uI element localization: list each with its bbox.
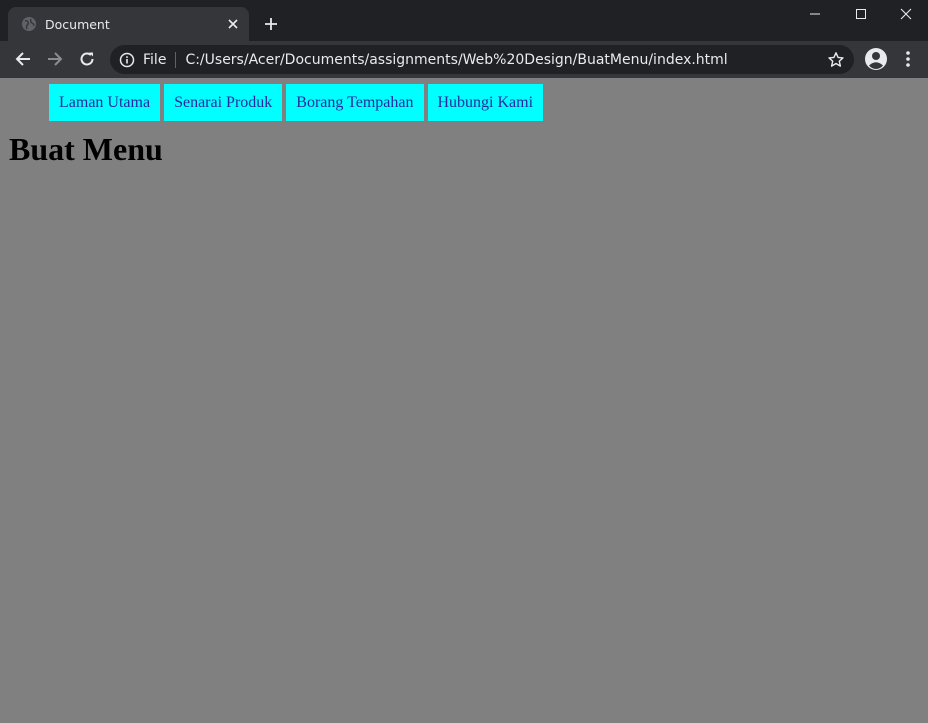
page-viewport: Laman Utama Senarai Produk Borang Tempah… xyxy=(0,78,928,723)
minimize-icon[interactable] xyxy=(792,0,838,28)
address-scheme: File xyxy=(143,51,167,68)
browser-titlebar: Document xyxy=(0,0,928,41)
maximize-icon[interactable] xyxy=(838,0,884,28)
menu-item-hubungi-kami[interactable]: Hubungi Kami xyxy=(427,84,544,121)
menu-item-borang-tempahan[interactable]: Borang Tempahan xyxy=(286,84,424,121)
address-url[interactable]: C:/Users/Acer/Documents/assignments/Web%… xyxy=(185,52,827,68)
address-separator xyxy=(175,51,177,68)
main-menu: Laman Utama Senarai Produk Borang Tempah… xyxy=(49,84,547,121)
back-arrow-icon[interactable] xyxy=(10,46,36,72)
profile-icon[interactable] xyxy=(864,47,888,71)
globe-icon xyxy=(21,16,37,32)
close-icon[interactable] xyxy=(223,14,243,34)
info-icon[interactable] xyxy=(119,52,135,68)
browser-toolbar: File C:/Users/Acer/Documents/assignments… xyxy=(0,41,928,78)
star-icon[interactable] xyxy=(827,51,845,69)
address-bar[interactable]: File C:/Users/Acer/Documents/assignments… xyxy=(110,45,854,74)
plus-icon[interactable] xyxy=(260,13,282,35)
tab-title: Document xyxy=(45,16,110,32)
more-vert-icon[interactable] xyxy=(898,47,918,71)
reload-icon[interactable] xyxy=(74,46,100,72)
browser-tab[interactable]: Document xyxy=(8,7,249,41)
menu-item-senarai-produk[interactable]: Senarai Produk xyxy=(164,84,283,121)
window-close-icon[interactable] xyxy=(883,0,928,28)
menu-item-laman-utama[interactable]: Laman Utama xyxy=(49,84,161,121)
forward-arrow-icon[interactable] xyxy=(42,46,68,72)
page-title: Buat Menu xyxy=(9,131,163,167)
